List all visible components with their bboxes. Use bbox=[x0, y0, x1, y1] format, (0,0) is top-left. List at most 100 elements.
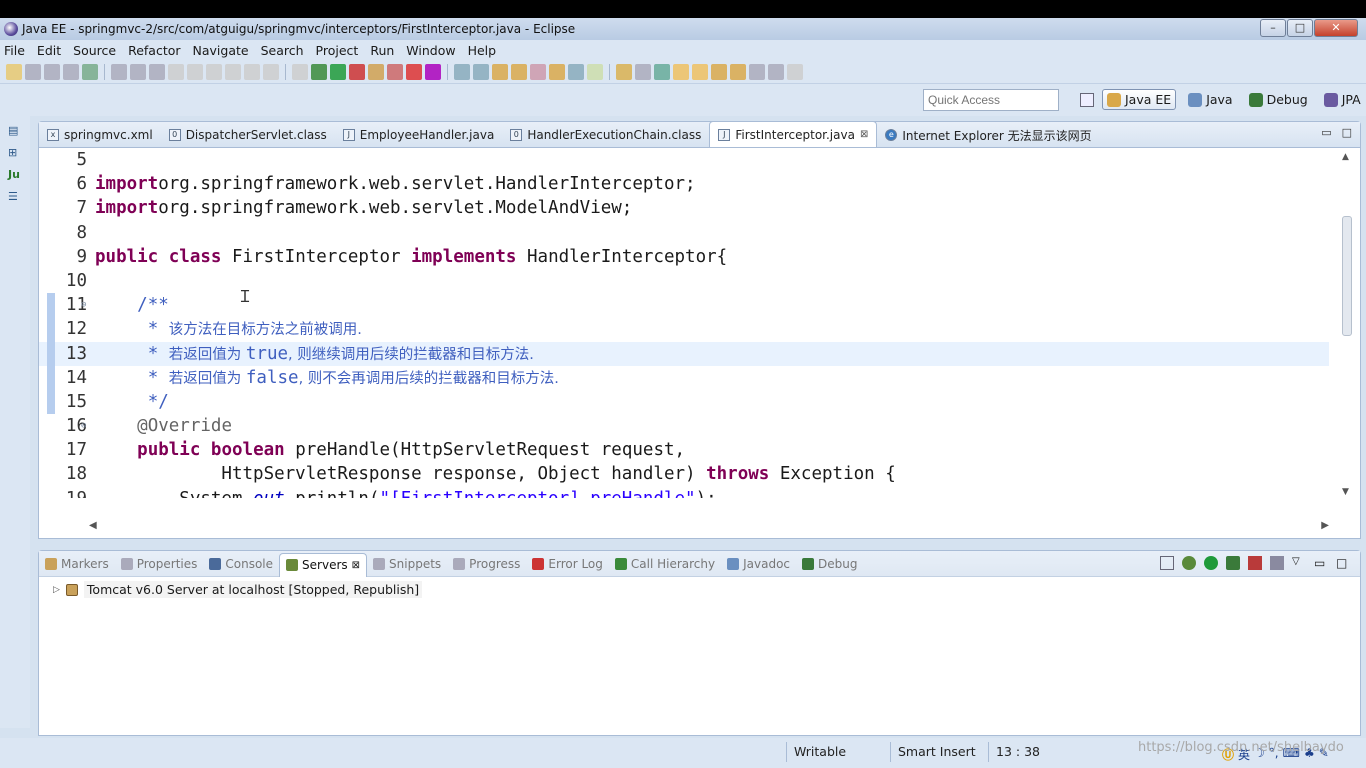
code-line[interactable]: 13 * 若返回值为 true, 则继续调用后续的拦截器和目标方法. bbox=[39, 341, 1329, 366]
scroll-right-icon[interactable]: ▶ bbox=[1321, 520, 1329, 531]
toolbar-button-icon[interactable] bbox=[511, 63, 527, 80]
toolbar-button-icon[interactable] bbox=[44, 63, 60, 80]
toolbar-button-icon[interactable] bbox=[311, 63, 327, 80]
toolbar-button-icon[interactable] bbox=[406, 63, 422, 80]
code-line[interactable]: 16 ⊖ @Override bbox=[39, 414, 1329, 438]
menu-edit[interactable]: Edit bbox=[37, 43, 61, 58]
scroll-left-icon[interactable]: ◀ bbox=[89, 520, 97, 531]
code-line[interactable]: 5 bbox=[39, 148, 1329, 172]
close-tab-icon[interactable]: ⊠ bbox=[352, 560, 360, 571]
toolbar-button-icon[interactable] bbox=[111, 63, 127, 80]
scroll-up-icon[interactable]: ▲ bbox=[1342, 152, 1349, 162]
code-line[interactable]: 8 bbox=[39, 221, 1329, 245]
close-tab-icon[interactable]: ⊠ bbox=[860, 129, 868, 140]
publish-icon[interactable] bbox=[1270, 556, 1284, 570]
editor-tab[interactable]: J EmployeeHandler.java bbox=[335, 123, 503, 147]
minimize-view-icon[interactable]: ▭ bbox=[1314, 556, 1328, 570]
quick-access-input[interactable] bbox=[923, 89, 1059, 111]
perspective-java-ee[interactable]: Java EE bbox=[1102, 89, 1177, 110]
bottom-tab-properties[interactable]: Properties bbox=[115, 557, 204, 571]
bottom-tab-error-log[interactable]: Error Log bbox=[526, 557, 609, 571]
horizontal-scrollbar[interactable]: ◀ ▶ bbox=[89, 520, 1329, 534]
hierarchy-icon[interactable]: ⊞ bbox=[8, 146, 22, 160]
toolbar-button-icon[interactable] bbox=[263, 63, 279, 80]
bottom-tab-progress[interactable]: Progress bbox=[447, 557, 526, 571]
toolbar-button-icon[interactable] bbox=[349, 63, 365, 80]
editor-tab[interactable]: x springmvc.xml bbox=[39, 123, 161, 147]
maximize-view-icon[interactable]: □ bbox=[1336, 556, 1350, 570]
toolbar-button-icon[interactable] bbox=[749, 63, 765, 80]
toolbar-button-icon[interactable] bbox=[730, 63, 746, 80]
toolbar-button-icon[interactable] bbox=[168, 63, 184, 80]
debug-server-icon[interactable] bbox=[1182, 556, 1196, 570]
code-line[interactable]: 19 System.out.println("[FirstInterceptor… bbox=[39, 487, 1329, 498]
editor-tab[interactable]: 0 DispatcherServlet.class bbox=[161, 123, 335, 147]
toolbar-button-icon[interactable] bbox=[292, 63, 308, 80]
scroll-thumb[interactable] bbox=[1342, 216, 1352, 336]
code-editor[interactable]: 5 6 importorg.springframework.web.servlet.… bbox=[39, 148, 1329, 498]
collapse-icon[interactable] bbox=[1160, 556, 1174, 570]
menu-project[interactable]: Project bbox=[316, 43, 359, 58]
toolbar-button-icon[interactable] bbox=[616, 63, 632, 80]
editor-tab[interactable]: e Internet Explorer 无法显示该网页 bbox=[877, 123, 1099, 147]
code-line[interactable]: 9 public class FirstInterceptor implement… bbox=[39, 245, 1329, 269]
profile-server-icon[interactable] bbox=[1226, 556, 1240, 570]
bottom-tab-snippets[interactable]: Snippets bbox=[367, 557, 447, 571]
code-line[interactable]: 12 * 该方法在目标方法之前被调用. bbox=[39, 317, 1329, 342]
code-line[interactable]: 11 ⊖ /** bbox=[39, 293, 1329, 318]
menu-navigate[interactable]: Navigate bbox=[193, 43, 249, 58]
toolbar-button-icon[interactable] bbox=[568, 63, 584, 80]
toolbar-button-icon[interactable] bbox=[692, 63, 708, 80]
bottom-tab-javadoc[interactable]: Javadoc bbox=[721, 557, 796, 571]
toolbar-button-icon[interactable] bbox=[454, 63, 470, 80]
code-line[interactable]: 10 bbox=[39, 269, 1329, 293]
menu-source[interactable]: Source bbox=[73, 43, 116, 58]
toolbar-button-icon[interactable] bbox=[387, 63, 403, 80]
toolbar-button-icon[interactable] bbox=[330, 63, 346, 80]
bottom-tab-markers[interactable]: Markers bbox=[39, 557, 115, 571]
close-button[interactable]: ✕ bbox=[1314, 19, 1358, 37]
toolbar-button-icon[interactable] bbox=[654, 63, 670, 80]
bottom-tab-debug[interactable]: Debug bbox=[796, 557, 863, 571]
perspective-debug[interactable]: Debug bbox=[1245, 90, 1312, 109]
maximize-button[interactable]: □ bbox=[1287, 19, 1313, 37]
toolbar-button-icon[interactable] bbox=[549, 63, 565, 80]
code-line[interactable]: 7 importorg.springframework.web.servlet.M… bbox=[39, 196, 1329, 220]
toolbar-button-icon[interactable] bbox=[225, 63, 241, 80]
outline-icon[interactable]: ☰ bbox=[8, 190, 22, 204]
start-server-icon[interactable] bbox=[1204, 556, 1218, 570]
code-line[interactable]: 6 importorg.springframework.web.servlet.H… bbox=[39, 172, 1329, 196]
menu-window[interactable]: Window bbox=[406, 43, 455, 58]
perspective-jpa[interactable]: JPA bbox=[1320, 90, 1365, 109]
toolbar-button-icon[interactable] bbox=[587, 63, 603, 80]
toolbar-button-icon[interactable] bbox=[473, 63, 489, 80]
fold-toggle-icon[interactable]: ⊖ bbox=[81, 414, 86, 438]
toolbar-button-icon[interactable] bbox=[6, 63, 22, 80]
menu-file[interactable]: File bbox=[4, 43, 25, 58]
code-line[interactable]: 14 * 若返回值为 false, 则不会再调用后续的拦截器和目标方法. bbox=[39, 365, 1329, 390]
fold-toggle-icon[interactable]: ⊖ bbox=[81, 293, 86, 317]
expand-arrow-icon[interactable]: ▷ bbox=[53, 585, 60, 595]
code-line[interactable]: 15 */ bbox=[39, 389, 1329, 415]
view-menu-icon[interactable]: ▽ bbox=[1292, 556, 1306, 570]
toolbar-button-icon[interactable] bbox=[63, 63, 79, 80]
bottom-tab-call-hierarchy[interactable]: Call Hierarchy bbox=[609, 557, 721, 571]
toolbar-button-icon[interactable] bbox=[711, 63, 727, 80]
bottom-tab-console[interactable]: Console bbox=[203, 557, 279, 571]
editor-tab[interactable]: J FirstInterceptor.java ⊠ bbox=[709, 121, 878, 147]
scroll-down-icon[interactable]: ▼ bbox=[1342, 487, 1349, 497]
minimize-view-icon[interactable]: ▭ bbox=[1321, 126, 1331, 139]
menu-search[interactable]: Search bbox=[261, 43, 304, 58]
toolbar-button-icon[interactable] bbox=[768, 63, 784, 80]
code-line[interactable]: 18 HttpServletResponse response, Object … bbox=[39, 462, 1329, 486]
menu-run[interactable]: Run bbox=[370, 43, 394, 58]
junit-icon[interactable]: Ju bbox=[8, 168, 22, 182]
open-perspective-icon[interactable] bbox=[1080, 92, 1094, 107]
toolbar-button-icon[interactable] bbox=[425, 63, 441, 80]
minimize-button[interactable]: – bbox=[1260, 19, 1286, 37]
toolbar-button-icon[interactable] bbox=[492, 63, 508, 80]
editor-tab[interactable]: 0 HandlerExecutionChain.class bbox=[502, 123, 709, 147]
restore-icon[interactable]: ▤ bbox=[8, 124, 22, 138]
toolbar-button-icon[interactable] bbox=[530, 63, 546, 80]
toolbar-button-icon[interactable] bbox=[787, 63, 803, 80]
